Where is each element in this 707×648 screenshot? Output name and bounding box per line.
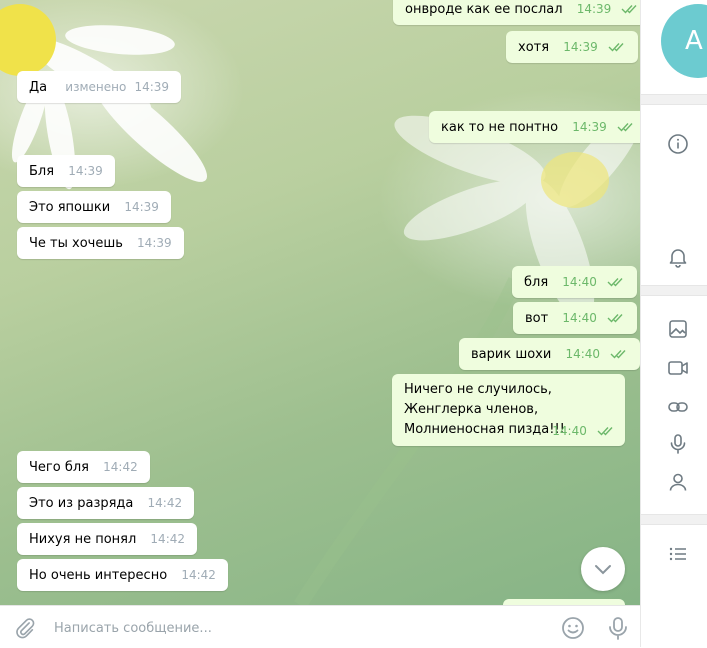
message-text: вот bbox=[525, 311, 549, 326]
message-in[interactable]: Да изменено 14:39 bbox=[17, 71, 182, 103]
user-icon[interactable] bbox=[667, 471, 689, 493]
info-icon[interactable] bbox=[667, 133, 689, 155]
message-time: 14:39 bbox=[563, 40, 598, 54]
message-time: 14:42 bbox=[103, 460, 138, 474]
message-out[interactable]: бля 14:40 bbox=[512, 266, 638, 298]
photo-icon[interactable] bbox=[667, 318, 689, 340]
message-time: 14:40 bbox=[562, 275, 597, 289]
message-text: бля bbox=[524, 275, 549, 290]
message-time: 14:39 bbox=[576, 2, 612, 16]
message-text: Это из разряда bbox=[29, 496, 134, 511]
message-time: 14:40 bbox=[565, 347, 601, 361]
double-check-icon bbox=[607, 277, 623, 287]
avatar[interactable]: A bbox=[661, 4, 707, 78]
scroll-to-bottom-button[interactable] bbox=[581, 547, 625, 591]
message-text: хотя bbox=[518, 40, 550, 55]
message-text: Бля bbox=[29, 164, 55, 179]
message-text: как то не понтно bbox=[441, 120, 559, 135]
message-text: Но очень интересно bbox=[29, 568, 168, 583]
double-check-icon bbox=[607, 313, 623, 323]
microphone-icon[interactable] bbox=[667, 433, 689, 455]
double-check-icon bbox=[610, 349, 626, 359]
message-time: 14:42 bbox=[150, 532, 186, 546]
double-check-icon bbox=[608, 42, 624, 52]
link-icon[interactable] bbox=[667, 396, 689, 418]
message-time: 14:42 bbox=[181, 568, 216, 582]
paperclip-icon[interactable] bbox=[14, 617, 36, 639]
list-icon[interactable] bbox=[667, 543, 689, 565]
message-text: Че ты хочешь bbox=[29, 236, 123, 251]
message-text: Нихуя не понял bbox=[29, 532, 137, 547]
message-out[interactable]: вот 14:40 bbox=[513, 302, 638, 334]
message-text: онвроде как ее послал bbox=[405, 2, 563, 17]
message-out[interactable]: Ничего не случилось, Женглерка членов, М… bbox=[392, 374, 625, 446]
message-time: 14:40 bbox=[562, 311, 597, 325]
chevron-down-icon bbox=[595, 565, 611, 575]
message-text: Чего бля bbox=[29, 460, 89, 475]
message-in[interactable]: Это япошки 14:39 bbox=[17, 191, 171, 223]
message-out[interactable]: варик шохи 14:40 bbox=[459, 338, 640, 370]
message-out[interactable]: как то не понтно 14:39 bbox=[429, 111, 640, 143]
message-in[interactable]: Но очень интересно 14:42 bbox=[17, 559, 228, 591]
chat-area[interactable]: онвроде как ее послал 14:39 хотя 14:39 Д… bbox=[0, 0, 640, 605]
message-in[interactable]: Че ты хочешь 14:39 bbox=[17, 227, 184, 259]
message-out[interactable]: онвроде как ее послал 14:39 bbox=[393, 0, 640, 25]
divider bbox=[641, 514, 707, 525]
info-panel: A bbox=[640, 0, 707, 647]
message-edited-label: изменено bbox=[65, 80, 127, 94]
message-time: 14:39 bbox=[134, 80, 170, 94]
divider bbox=[641, 94, 707, 105]
smiley-icon[interactable] bbox=[561, 616, 585, 640]
message-time: 14:39 bbox=[572, 120, 607, 134]
microphone-icon[interactable] bbox=[607, 616, 629, 640]
message-input[interactable] bbox=[52, 614, 536, 642]
message-time: 14:42 bbox=[147, 496, 183, 510]
message-in[interactable]: Бля 14:39 bbox=[17, 155, 115, 187]
message-in[interactable]: Нихуя не понял 14:42 bbox=[17, 523, 198, 555]
message-text-line: Женглерка членов, bbox=[404, 402, 539, 417]
message-in[interactable]: Это из разряда 14:42 bbox=[17, 487, 195, 519]
message-time: 14:40 bbox=[552, 424, 587, 438]
double-check-icon bbox=[621, 4, 637, 14]
video-icon[interactable] bbox=[667, 357, 689, 379]
message-text: Да bbox=[29, 80, 48, 95]
double-check-icon bbox=[617, 122, 633, 132]
message-in[interactable]: Чего бля 14:42 bbox=[17, 451, 150, 483]
message-text: варик шохи bbox=[471, 347, 552, 362]
message-text: Это япошки bbox=[29, 200, 111, 215]
double-check-icon bbox=[597, 426, 613, 436]
message-time: 14:39 bbox=[68, 164, 103, 178]
divider bbox=[641, 285, 707, 296]
message-time: 14:39 bbox=[124, 200, 159, 214]
bell-icon[interactable] bbox=[667, 246, 689, 268]
message-text-line: Ничего не случилось, bbox=[404, 382, 552, 397]
message-out[interactable]: хотя 14:39 bbox=[506, 31, 638, 63]
message-time: 14:39 bbox=[137, 236, 172, 250]
compose-bar bbox=[0, 605, 640, 648]
